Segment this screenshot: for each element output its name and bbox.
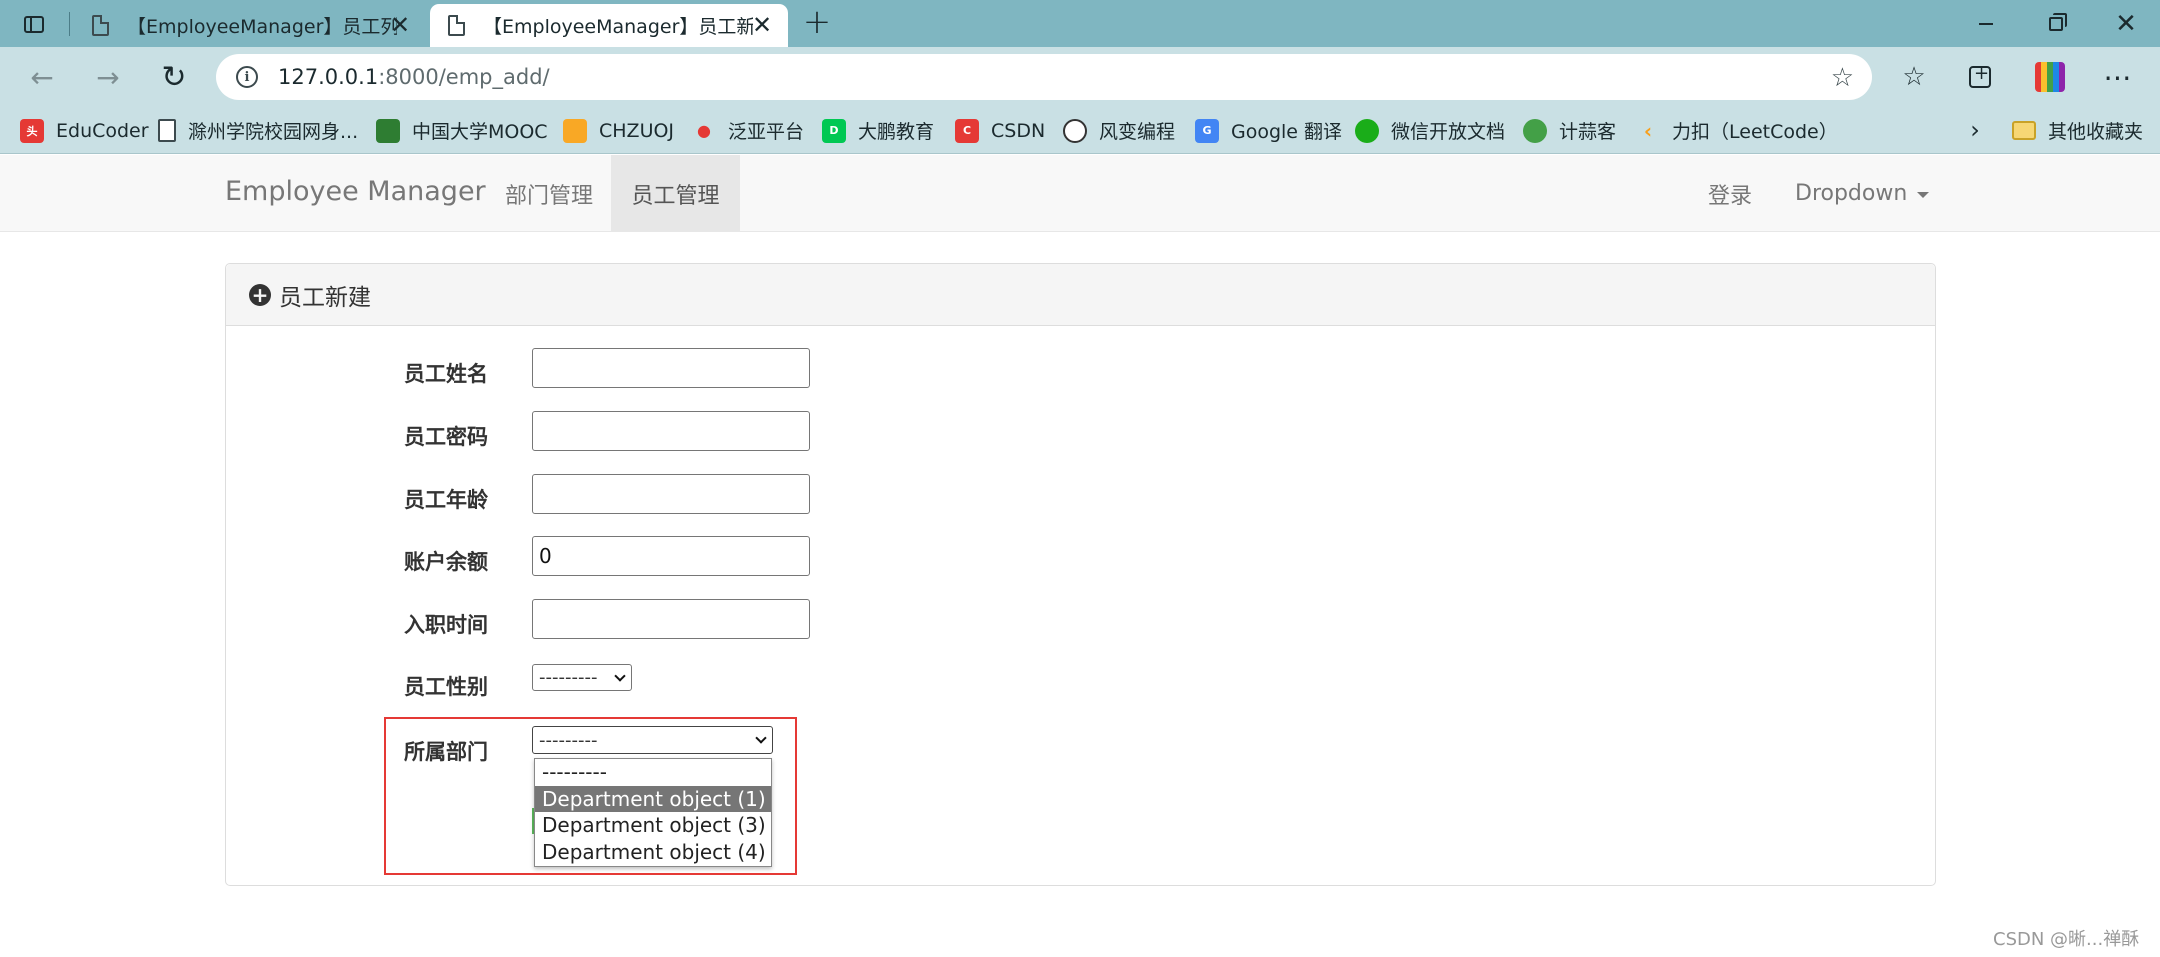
tab-employee-list[interactable]: 【EmployeeManager】员工列表 ✕: [74, 4, 426, 47]
plus-circle-icon: +: [249, 283, 271, 306]
name-label: 员工姓名: [404, 362, 488, 386]
bookmark-leetcode[interactable]: ‹ 力扣（LeetCode）: [1636, 107, 1838, 154]
back-arrow-icon[interactable]: ←: [22, 57, 62, 97]
bookmark-google-translate[interactable]: G Google 翻译: [1195, 107, 1342, 154]
window-close-button[interactable]: ✕: [2092, 0, 2160, 47]
address-bar[interactable]: i 127.0.0.1:8000/emp_add/ ☆: [216, 54, 1872, 100]
name-input[interactable]: [532, 348, 810, 388]
bookmark-jisuanke[interactable]: 计蒜客: [1523, 107, 1616, 154]
url-text[interactable]: 127.0.0.1:8000/emp_add/: [278, 65, 550, 89]
fanya-icon: ●: [697, 121, 711, 140]
restore-button[interactable]: [2022, 0, 2090, 47]
bookmark-educoder[interactable]: 头 EduCoder: [20, 107, 149, 154]
info-icon[interactable]: i: [236, 66, 258, 88]
department-dropdown-list: --------- Department object (1) Departme…: [534, 758, 772, 867]
bookmark-fanya[interactable]: ● 泛亚平台: [692, 107, 804, 154]
gender-label: 员工性别: [404, 675, 488, 699]
bookmark-fengbian[interactable]: 风变编程: [1063, 107, 1175, 154]
nav-item-employees[interactable]: 员工管理: [611, 155, 740, 232]
page-icon: [158, 119, 176, 142]
add-favorite-icon[interactable]: ☆: [1831, 63, 1854, 93]
bookmark-dapeng[interactable]: D 大鹏教育: [822, 107, 934, 154]
bookmark-mooc[interactable]: 中国大学MOOC: [376, 107, 548, 154]
bookmark-chzuoj[interactable]: CHZUOJ: [563, 107, 674, 154]
browser-toolbar: ← → ↻ i 127.0.0.1:8000/emp_add/ ☆ ☆ ⋯: [0, 47, 2160, 107]
tab-title: 【EmployeeManager】员工列表: [127, 16, 397, 38]
department-option[interactable]: Department object (4): [535, 839, 771, 866]
panda-icon: [1063, 118, 1087, 143]
bookmark-chzu-net[interactable]: 滁州学院校园网身...: [158, 107, 358, 154]
nav-item-departments[interactable]: 部门管理: [483, 155, 615, 232]
bookmarks-bar: 头 EduCoder 滁州学院校园网身... 中国大学MOOC CHZUOJ ● 泛…: [0, 107, 2160, 154]
gender-select[interactable]: ---------: [532, 664, 632, 691]
close-icon[interactable]: ✕: [388, 13, 412, 37]
chevron-right-icon[interactable]: ›: [1960, 113, 1990, 147]
department-option[interactable]: Department object (3): [535, 812, 771, 839]
department-option-highlighted[interactable]: Department object (1): [535, 785, 771, 812]
balance-input[interactable]: 0: [532, 536, 810, 576]
bookmark-wechat-docs[interactable]: 微信开放文档: [1355, 107, 1505, 154]
password-label: 员工密码: [404, 425, 488, 449]
panel-title: 员工新建: [279, 284, 371, 311]
reload-icon[interactable]: ↻: [154, 57, 194, 97]
minimize-button[interactable]: [1952, 0, 2020, 47]
folder-icon: [2012, 121, 2036, 140]
dropdown-toggle[interactable]: Dropdown: [1773, 155, 1951, 232]
dapeng-icon: D: [822, 118, 846, 143]
csdn-icon: C: [955, 118, 979, 143]
dropdown-label: Dropdown: [1795, 181, 1908, 206]
jisuanke-icon: [1523, 118, 1547, 143]
collections-icon[interactable]: [1960, 57, 2000, 97]
department-select-value: ---------: [539, 729, 598, 751]
google-translate-icon: G: [1195, 118, 1219, 143]
tab-actions-icon[interactable]: [14, 9, 54, 39]
department-option[interactable]: ---------: [535, 759, 771, 786]
new-tab-button[interactable]: +: [800, 5, 834, 40]
watermark: CSDN @晰...禅酥: [1993, 929, 2140, 950]
tab-bar: 【EmployeeManager】员工列表 ✕ 【EmployeeManager…: [0, 0, 2160, 47]
age-input[interactable]: [532, 474, 810, 514]
leetcode-icon: ‹: [1643, 118, 1653, 143]
age-label: 员工年龄: [404, 488, 488, 512]
wechat-icon: [1355, 118, 1379, 143]
toutiao-icon: 头: [20, 118, 44, 143]
panel-heading: + 员工新建: [226, 264, 1935, 326]
tab-separator: [69, 12, 70, 36]
forward-arrow-icon[interactable]: →: [88, 57, 128, 97]
page-icon: [448, 15, 465, 36]
chevron-down-icon: [614, 670, 626, 682]
favorites-icon[interactable]: ☆: [1894, 57, 1934, 97]
more-options-icon[interactable]: ⋯: [2098, 57, 2138, 97]
password-input[interactable]: [532, 411, 810, 451]
tab-title: 【EmployeeManager】员工新建: [483, 16, 753, 38]
close-icon[interactable]: ✕: [750, 13, 774, 37]
department-select[interactable]: ---------: [532, 726, 773, 754]
department-label: 所属部门: [404, 740, 488, 764]
extension-icon[interactable]: [2030, 57, 2070, 97]
bookmark-csdn[interactable]: C CSDN: [955, 107, 1045, 154]
brand[interactable]: Employee Manager: [225, 176, 486, 207]
chevron-down-icon: [755, 732, 767, 744]
gender-select-value: ---------: [539, 667, 598, 688]
hire-date-input[interactable]: [532, 599, 810, 639]
other-bookmarks-folder[interactable]: 其他收藏夹: [2012, 107, 2143, 154]
login-link[interactable]: 登录: [1686, 155, 1774, 232]
app-navbar: Employee Manager 部门管理 员工管理 登录 Dropdown: [0, 155, 2160, 232]
hire-date-label: 入职时间: [404, 613, 488, 637]
balance-label: 账户余额: [404, 550, 488, 574]
caret-down-icon: [1917, 192, 1930, 198]
mooc-icon: [376, 118, 400, 143]
tab-employee-add[interactable]: 【EmployeeManager】员工新建 ✕: [430, 4, 788, 47]
page-icon: [92, 15, 109, 36]
chzuoj-icon: [563, 118, 587, 143]
